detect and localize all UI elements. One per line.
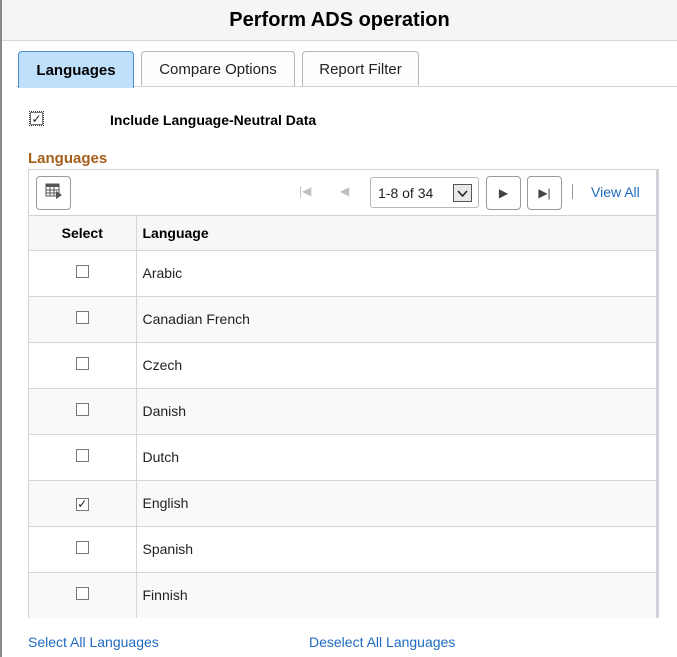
- previous-page-icon: ◀: [340, 184, 350, 198]
- chevron-down-icon: [453, 184, 472, 202]
- first-page-icon: |◀: [299, 184, 312, 198]
- languages-table: Select Language Arabic Canadian French Cze…: [29, 216, 656, 618]
- dialog-title: Perform ADS operation: [229, 8, 450, 31]
- select-cell: ✓: [29, 480, 137, 527]
- tab-languages[interactable]: Languages: [18, 51, 134, 88]
- deselect-all-languages-link[interactable]: Deselect All Languages: [309, 634, 455, 650]
- languages-grid: |◀ ◀ 1-8 of 34 ▶ ▶| View All Select Lang…: [28, 169, 659, 618]
- toolbar-separator: [572, 184, 573, 199]
- select-cell: [29, 250, 137, 297]
- include-language-neutral-label: Include Language-Neutral Data: [110, 112, 317, 128]
- select-cell: [29, 388, 137, 435]
- row-select-checkbox[interactable]: [75, 357, 89, 370]
- select-cell: [29, 342, 137, 389]
- language-cell: Finnish: [136, 572, 656, 618]
- row-select-checkbox[interactable]: [75, 311, 89, 324]
- language-cell: Czech: [136, 342, 656, 389]
- window-edge: [0, 0, 2, 657]
- table-row: Dutch: [29, 434, 656, 481]
- language-cell: English: [136, 480, 656, 527]
- table-row: Finnish: [29, 572, 656, 618]
- next-page-button[interactable]: ▶: [486, 176, 521, 210]
- last-page-button[interactable]: ▶|: [527, 176, 562, 210]
- select-cell: [29, 526, 137, 573]
- row-select-checkbox[interactable]: [75, 265, 89, 278]
- view-all-link[interactable]: View All: [591, 184, 640, 200]
- grid-toolbar: |◀ ◀ 1-8 of 34 ▶ ▶| View All: [29, 170, 656, 216]
- select-all-languages-link[interactable]: Select All Languages: [28, 634, 159, 650]
- dialog-header: Perform ADS operation: [2, 0, 677, 41]
- section-title: Languages: [28, 150, 108, 167]
- row-select-checkbox[interactable]: [75, 541, 89, 554]
- language-cell: Spanish: [136, 526, 656, 573]
- language-cell: Danish: [136, 388, 656, 435]
- row-select-checkbox[interactable]: [75, 587, 89, 601]
- table-row: ✓ English: [29, 480, 656, 527]
- include-neutral-row: ✓ Include Language-Neutral Data: [29, 111, 316, 128]
- column-header-select: Select: [29, 216, 137, 251]
- page-range-value: 1-8 of 34: [378, 184, 434, 201]
- table-header-row: Select Language: [29, 216, 656, 251]
- table-row: Canadian French: [29, 296, 656, 343]
- tab-bar: Languages Compare Options Report Filter: [18, 51, 419, 88]
- row-select-checkbox[interactable]: ✓: [75, 497, 89, 511]
- next-page-icon: ▶: [498, 186, 509, 200]
- table-row: Danish: [29, 388, 656, 435]
- language-cell: Arabic: [136, 250, 656, 297]
- grid-settings-icon: [45, 183, 63, 204]
- row-select-checkbox[interactable]: [75, 403, 89, 416]
- column-header-language: Language: [136, 216, 656, 251]
- page-range-select[interactable]: 1-8 of 34: [370, 177, 479, 208]
- tab-report-filter[interactable]: Report Filter: [302, 51, 419, 87]
- personalize-grid-button[interactable]: [36, 176, 71, 210]
- table-row: Spanish: [29, 526, 656, 573]
- last-page-icon: ▶|: [538, 186, 551, 200]
- row-select-checkbox[interactable]: [75, 449, 89, 462]
- tab-compare-options[interactable]: Compare Options: [141, 51, 295, 87]
- language-cell: Canadian French: [136, 296, 656, 343]
- include-language-neutral-checkbox[interactable]: ✓: [29, 111, 44, 126]
- select-cell: [29, 296, 137, 343]
- table-row: Czech: [29, 342, 656, 389]
- select-cell: [29, 434, 137, 481]
- language-cell: Dutch: [136, 434, 656, 481]
- select-cell: [29, 572, 137, 618]
- table-row: Arabic: [29, 250, 656, 297]
